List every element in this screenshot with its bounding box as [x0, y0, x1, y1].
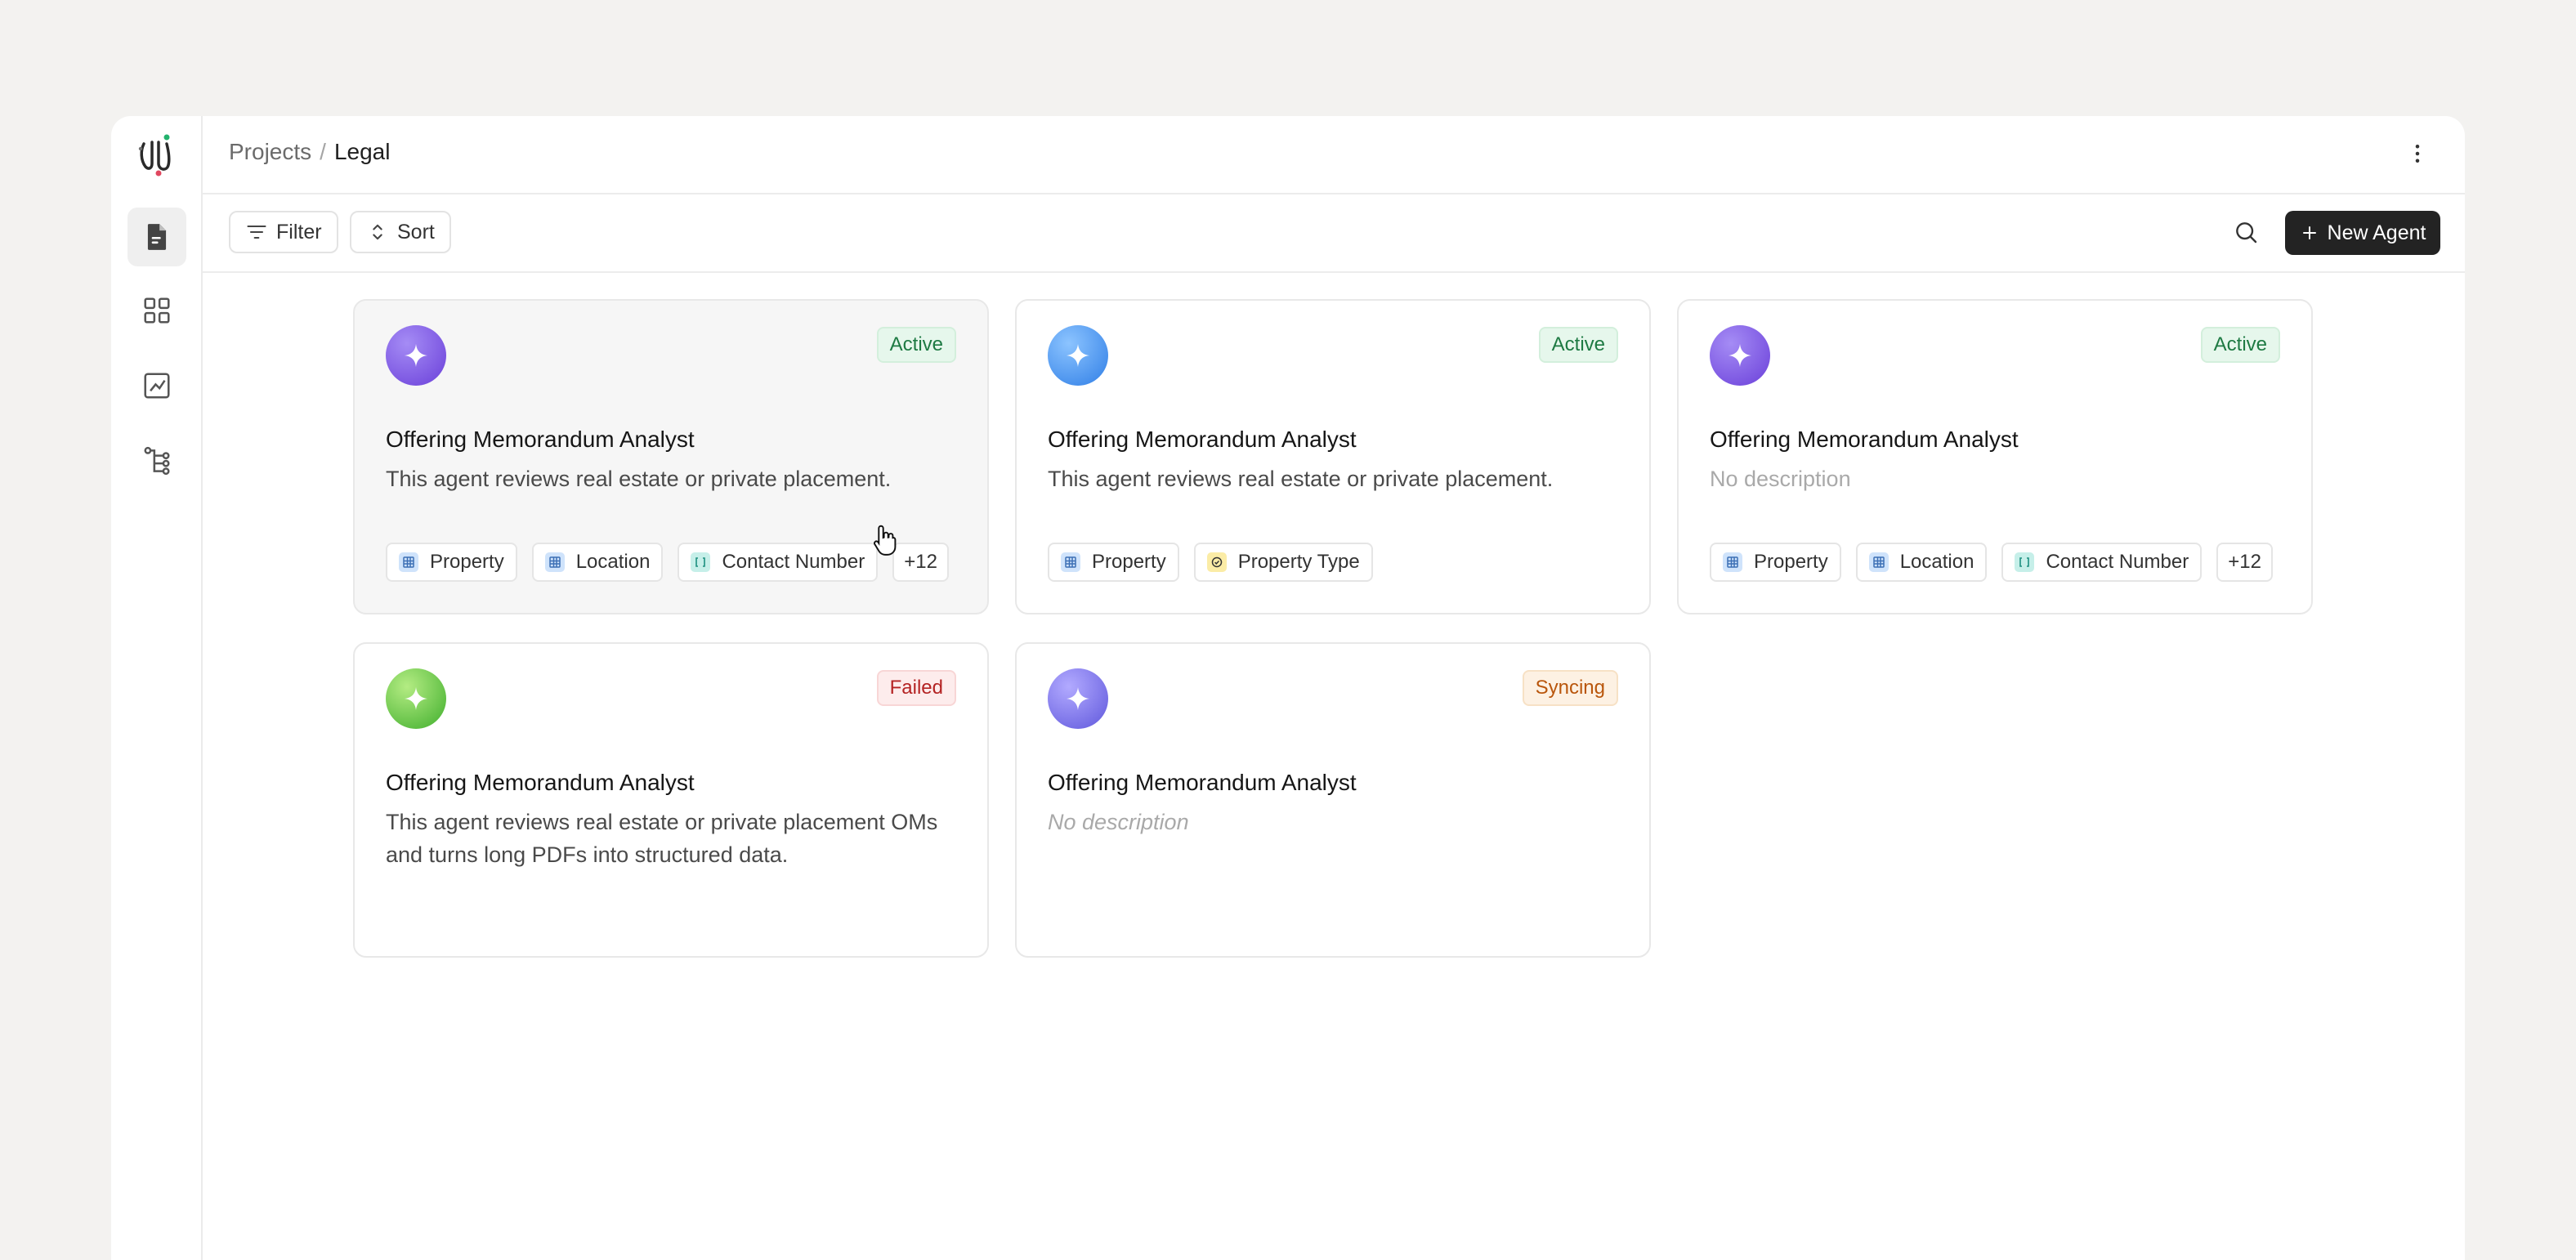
tag[interactable]: Property — [386, 543, 517, 582]
filter-button[interactable]: Filter — [229, 211, 338, 253]
brackets-icon — [691, 552, 711, 572]
search-button[interactable] — [2229, 216, 2262, 248]
card-title: Offering Memorandum Analyst — [1048, 427, 1357, 452]
card-description: This agent reviews real estate or privat… — [1048, 467, 1554, 491]
nav-workflow[interactable] — [127, 431, 186, 490]
tag[interactable]: Property Type — [1193, 543, 1373, 582]
status-badge: Active — [1538, 327, 1618, 363]
status-badge: Active — [876, 327, 956, 363]
more-options-button[interactable] — [2401, 137, 2434, 170]
agent-avatar — [1048, 325, 1108, 386]
tag[interactable]: Property — [1048, 543, 1179, 582]
table-icon — [544, 552, 565, 572]
sparkle-icon — [404, 686, 428, 711]
agent-card[interactable]: Active Offering Memorandum Analyst This … — [353, 299, 989, 614]
tag[interactable]: Location — [531, 543, 664, 582]
tag-label: Property Type — [1237, 551, 1360, 573]
grid-icon — [144, 297, 170, 324]
check-circle-icon — [1206, 552, 1227, 572]
agent-avatar — [386, 325, 446, 386]
sparkle-icon — [1066, 686, 1090, 711]
nav-analytics[interactable] — [127, 356, 186, 415]
tag-label: Property — [1092, 551, 1166, 573]
sparkle-icon — [1728, 343, 1752, 368]
table-icon — [1061, 552, 1080, 572]
card-title: Offering Memorandum Analyst — [1710, 427, 2019, 452]
more-tags-chip[interactable]: +12 — [892, 543, 949, 582]
status-badge: Failed — [876, 670, 956, 706]
more-tags-chip[interactable]: +12 — [2216, 543, 2273, 582]
agent-card[interactable]: Failed Offering Memorandum Analyst This … — [353, 642, 989, 958]
table-icon — [399, 552, 418, 572]
filter-label: Filter — [276, 220, 322, 244]
agent-avatar — [1048, 668, 1108, 729]
tree-icon — [144, 446, 170, 476]
more-vertical-icon — [2415, 145, 2420, 163]
sort-label: Sort — [397, 220, 435, 244]
top-bar: Projects / Legal — [203, 116, 2465, 194]
sparkle-icon — [1066, 343, 1090, 368]
agent-avatar — [386, 668, 446, 729]
status-badge: Syncing — [1522, 670, 1618, 706]
hand-cursor-icon — [874, 525, 897, 556]
card-title: Offering Memorandum Analyst — [386, 427, 695, 452]
breadcrumb-current: Legal — [333, 139, 391, 164]
card-title: Offering Memorandum Analyst — [1048, 770, 1357, 795]
agent-card[interactable]: Active Offering Memorandum Analyst This … — [1015, 299, 1651, 614]
app-window: Projects / Legal Filter Sort New Agent A… — [111, 116, 2465, 1260]
app-logo[interactable] — [134, 132, 180, 178]
breadcrumb: Projects / Legal — [229, 139, 390, 165]
brackets-icon — [2015, 552, 2035, 572]
toolbar: Filter Sort New Agent — [203, 194, 2465, 273]
card-description: No description — [1710, 467, 1851, 491]
tag-label: Property — [1754, 551, 1828, 573]
documents-icon — [147, 224, 167, 250]
tag[interactable]: Property — [1710, 543, 1841, 582]
tag[interactable]: Contact Number — [2001, 543, 2203, 582]
tag-list: Property Location Contact Number +12 — [386, 543, 949, 582]
agent-card[interactable]: Syncing Offering Memorandum Analyst No d… — [1015, 642, 1651, 958]
tag[interactable]: Location — [1855, 543, 1988, 582]
card-description: This agent reviews real estate or privat… — [386, 810, 938, 867]
agent-card[interactable]: Active Offering Memorandum Analyst No de… — [1677, 299, 2313, 614]
tag-label: Location — [1899, 551, 1974, 573]
table-icon — [1723, 552, 1742, 572]
status-badge: Active — [2200, 327, 2280, 363]
sort-button[interactable]: Sort — [350, 211, 451, 253]
new-agent-button[interactable]: New Agent — [2285, 211, 2440, 255]
card-title: Offering Memorandum Analyst — [386, 770, 695, 795]
sidebar — [111, 116, 203, 1260]
breadcrumb-separator: / — [320, 139, 326, 164]
tag-label: Contact Number — [722, 551, 865, 573]
chart-icon — [144, 373, 170, 399]
filter-icon — [247, 225, 266, 239]
nav-documents[interactable] — [127, 208, 186, 266]
table-icon — [1868, 552, 1889, 572]
tag-label: Property — [430, 551, 504, 573]
agent-avatar — [1710, 325, 1770, 386]
search-icon — [2236, 222, 2257, 244]
tag-list: Property Property Type — [1048, 543, 1373, 582]
card-description: No description — [1048, 810, 1189, 834]
sort-icon — [373, 224, 382, 240]
card-description: This agent reviews real estate or privat… — [386, 467, 892, 491]
tag-label: Location — [575, 551, 651, 573]
tag-label: Contact Number — [2046, 551, 2189, 573]
new-agent-label: New Agent — [2327, 221, 2426, 244]
plus-icon — [2302, 226, 2316, 239]
tag-list: Property Location Contact Number +12 — [1710, 543, 2273, 582]
nav-grid[interactable] — [127, 281, 186, 340]
breadcrumb-projects[interactable]: Projects — [229, 139, 311, 165]
sparkle-icon — [404, 343, 428, 368]
tag[interactable]: Contact Number — [678, 543, 879, 582]
